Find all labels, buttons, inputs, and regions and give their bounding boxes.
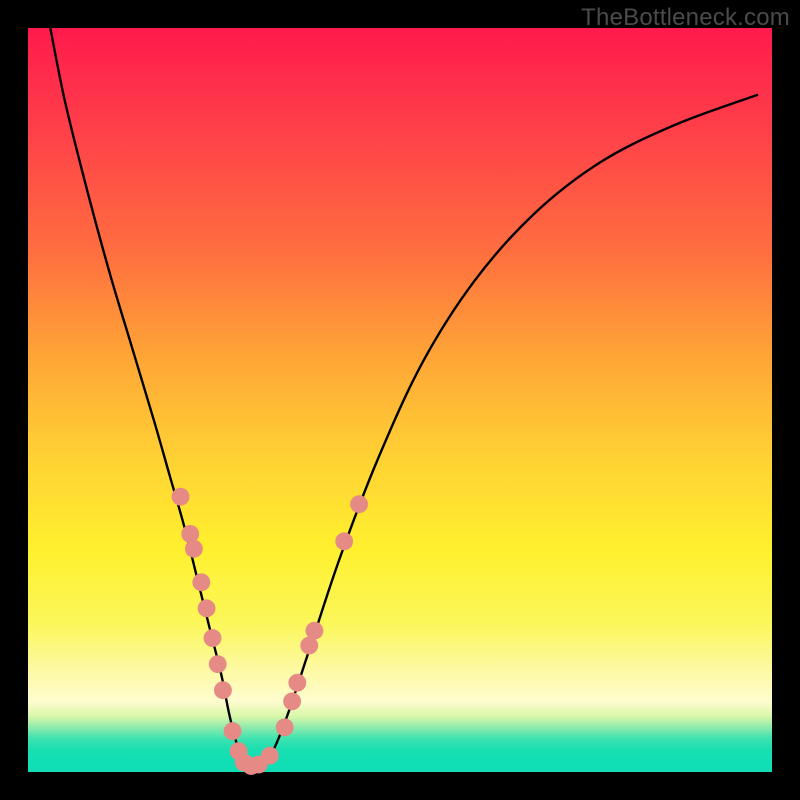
data-marker xyxy=(224,722,242,740)
watermark-text: TheBottleneck.com xyxy=(581,4,790,32)
bottleneck-curve xyxy=(50,28,757,767)
data-marker xyxy=(261,747,279,765)
data-markers xyxy=(172,488,368,775)
data-marker xyxy=(209,655,227,673)
data-marker xyxy=(185,540,203,558)
data-marker xyxy=(288,674,306,692)
chart-svg xyxy=(28,28,772,772)
data-marker xyxy=(204,629,222,647)
data-marker xyxy=(192,573,210,591)
data-marker xyxy=(181,525,199,543)
data-marker xyxy=(306,622,324,640)
data-marker xyxy=(198,599,216,617)
data-marker xyxy=(335,532,353,550)
data-marker xyxy=(276,718,294,736)
data-marker xyxy=(214,681,232,699)
data-marker xyxy=(172,488,190,506)
data-marker xyxy=(350,495,368,513)
chart-frame: TheBottleneck.com xyxy=(0,0,800,800)
data-marker xyxy=(283,692,301,710)
plot-area xyxy=(28,28,772,772)
